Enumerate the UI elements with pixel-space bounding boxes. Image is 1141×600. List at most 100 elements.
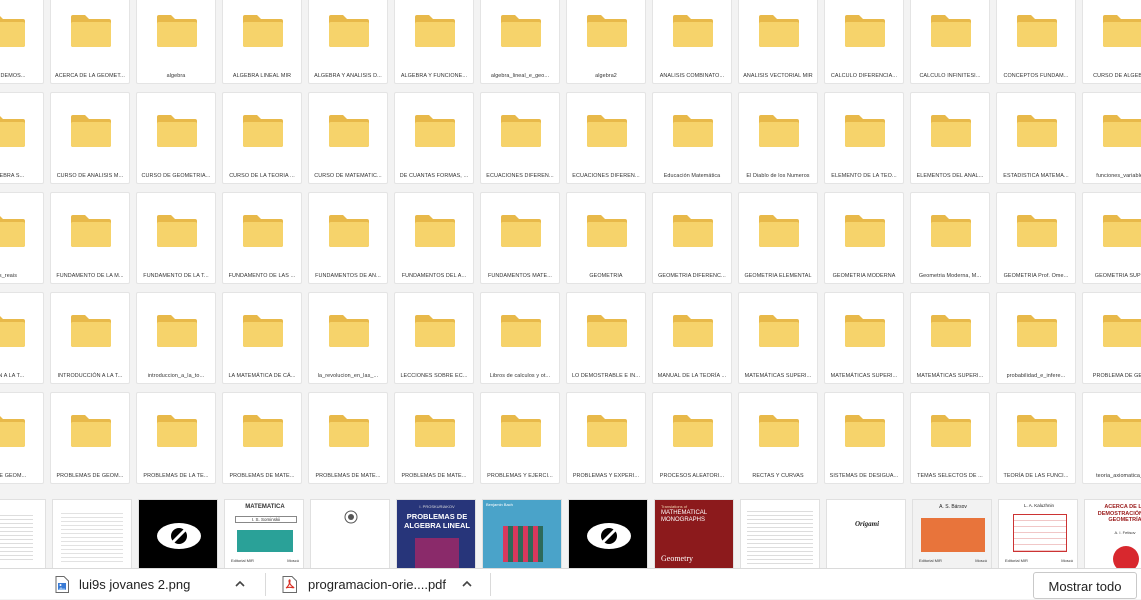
folder-item[interactable]: ACERCA DE LA GEOMET...: [50, 0, 130, 84]
chevron-up-icon[interactable]: [233, 577, 247, 591]
folder-label: PROBLEMAS DE MATE...: [401, 473, 467, 479]
folder-item[interactable]: PROBLEMAS Y EJERCI...: [480, 392, 560, 484]
folder-item[interactable]: FUNDAMENTO DE LA T...: [136, 192, 216, 284]
book-cover[interactable]: Origami: [826, 499, 906, 568]
folder-item[interactable]: ALGEBRA Y FUNCIONE...: [394, 0, 474, 84]
folder-item[interactable]: TEORÍA DE LAS FUNCI...: [996, 392, 1076, 484]
folder-item[interactable]: ...es_reais: [0, 192, 44, 284]
folder-item[interactable]: GEOMETRIA DIFERENC...: [652, 192, 732, 284]
folder-item[interactable]: LECCIONES SOBRE EC...: [394, 292, 474, 384]
folder-item[interactable]: teoria_axiomatica_...: [1082, 392, 1141, 484]
folder-item[interactable]: GEOMETRIA MODERNA: [824, 192, 904, 284]
folder-item[interactable]: CALCULO INFINITESI...: [910, 0, 990, 84]
folder-item[interactable]: GEOMETRIA ELEMENTAL: [738, 192, 818, 284]
folder-item[interactable]: probabilidad_e_infere...: [996, 292, 1076, 384]
folder-item[interactable]: ELEMENTOS DEL ANAL...: [910, 92, 990, 184]
folder-item[interactable]: CURSO DE MATEMATIC...: [308, 92, 388, 184]
folder-item[interactable]: ELEMENTO DE LA TEO...: [824, 92, 904, 184]
document-preview[interactable]: [310, 499, 390, 568]
book-cover[interactable]: L. A. Kaluzhnin Editorial MIR Moscú: [998, 499, 1078, 568]
folder-icon: [500, 213, 542, 249]
folder-item[interactable]: MATEMÁTICAS SUPERI...: [824, 292, 904, 384]
book-cover[interactable]: A. S. Bársov Editorial MIR Moscú: [912, 499, 992, 568]
folder-item[interactable]: FUNDAMENTO DE LA M...: [50, 192, 130, 284]
folder-item[interactable]: INTRODUCCIÓN A LA T...: [50, 292, 130, 384]
folder-item[interactable]: PROBLEMAS DE MATE...: [222, 392, 302, 484]
folder-item[interactable]: CURSO DE LA TEORIA ...: [222, 92, 302, 184]
folder-item[interactable]: GEOMETRIA Prof. Ome...: [996, 192, 1076, 284]
folder-item[interactable]: MATEMÁTICAS SUPERI...: [738, 292, 818, 384]
folder-item[interactable]: DE CUANTAS FORMAS, ...: [394, 92, 474, 184]
folder-item[interactable]: ...ALGEBRA S...: [0, 92, 44, 184]
folder-item[interactable]: PROBLEMAS DE MATE...: [308, 392, 388, 484]
folder-label: ALGEBRA Y FUNCIONE...: [400, 73, 468, 79]
folder-item[interactable]: CURSO DE GEOMETRIA...: [136, 92, 216, 184]
folder-item[interactable]: algebra: [136, 0, 216, 84]
folder-item[interactable]: PROBLEMAS DE GEOM...: [50, 392, 130, 484]
folder-item[interactable]: ECUACIONES DIFEREN...: [480, 92, 560, 184]
folder-item[interactable]: CURSO DE ALGEBR...: [1082, 0, 1141, 84]
folder-label: CURSO DE LA TEORIA ...: [229, 173, 295, 179]
folder-item[interactable]: ...AS DE GEOM...: [0, 392, 44, 484]
folder-item[interactable]: LA MATEMÁTICA DE CÁ...: [222, 292, 302, 384]
folder-item[interactable]: CALCULO DIFERENCIA...: [824, 0, 904, 84]
folder-item[interactable]: RECTAS Y CURVAS: [738, 392, 818, 484]
book-cover[interactable]: MATEMATICA I. S. Sominskii Editorial MIR Mo…: [224, 499, 304, 568]
folder-item[interactable]: Libros de calculos y ot...: [480, 292, 560, 384]
folder-icon: [672, 13, 714, 49]
folder-item[interactable]: GEOMETRIA SUPE...: [1082, 192, 1141, 284]
folder-item[interactable]: PROBLEMAS Y EXPERI...: [566, 392, 646, 484]
folder-item[interactable]: Geometria Moderna, M...: [910, 192, 990, 284]
folder-label: Educación Matemática: [663, 173, 721, 179]
folder-item[interactable]: FUNDAMENTOS MATE...: [480, 192, 560, 284]
folder-item[interactable]: El Diablo de los Numeros: [738, 92, 818, 184]
folder-item[interactable]: MANUAL DE LA TEORÍA ...: [652, 292, 732, 384]
folder-item[interactable]: Educación Matemática: [652, 92, 732, 184]
folder-item[interactable]: CONCEPTOS FUNDAM...: [996, 0, 1076, 84]
show-all-button[interactable]: Mostrar todo: [1033, 572, 1137, 599]
folder-item[interactable]: la_revolucion_en_las_...: [308, 292, 388, 384]
folder-item[interactable]: ...CIÓN A LA T...: [0, 292, 44, 384]
hidden-preview-icon[interactable]: [138, 499, 218, 568]
book-cover[interactable]: ACERCA DE LA DEMOSTRACIÓN EN GEOMETRÍAA.…: [1084, 499, 1141, 568]
folder-item[interactable]: SISTEMAS DE DESIGUA...: [824, 392, 904, 484]
folder-item[interactable]: ECUACIONES DIFEREN...: [566, 92, 646, 184]
document-preview[interactable]: [0, 499, 46, 568]
folder-item[interactable]: PROBLEMA DE GEO...: [1082, 292, 1141, 384]
folder-item[interactable]: PROCESOS ALEATORI...: [652, 392, 732, 484]
folder-item[interactable]: PROBLEMAS DE LA TE...: [136, 392, 216, 484]
folder-item[interactable]: introduccion_a_la_to...: [136, 292, 216, 384]
folder-item[interactable]: ANALISIS COMBINATO...: [652, 0, 732, 84]
book-cover[interactable]: I. PROSKURIAKOV PROBLEMAS DE ALGEBRA LINE…: [396, 499, 476, 568]
folder-item[interactable]: ...E LA DEMOS...: [0, 0, 44, 84]
hidden-preview-icon[interactable]: [568, 499, 648, 568]
book-cover[interactable]: Translations of MATHEMATICAL MONOGRAPHS Ge…: [654, 499, 734, 568]
folder-item[interactable]: LO DEMOSTRABLE E IN...: [566, 292, 646, 384]
folder-item[interactable]: PROBLEMAS DE MATE...: [394, 392, 474, 484]
folder-item[interactable]: ESTADISTICA MATEMA...: [996, 92, 1076, 184]
folder-label: GEOMETRIA SUPE...: [1094, 273, 1141, 279]
folder-item[interactable]: MATEMÁTICAS SUPERI...: [910, 292, 990, 384]
folder-item[interactable]: GEOMETRIA: [566, 192, 646, 284]
download-item-image[interactable]: lui9s jovanes 2.png: [55, 569, 190, 600]
document-preview[interactable]: [740, 499, 820, 568]
folder-item[interactable]: FUNDAMENTOS DEL A...: [394, 192, 474, 284]
folder-item[interactable]: ALGEBRA Y ANALISIS D...: [308, 0, 388, 84]
chevron-up-icon[interactable]: [460, 577, 474, 591]
folder-item[interactable]: algebra_lineal_e_geo...: [480, 0, 560, 84]
folder-item[interactable]: FUNDAMENTOS DE AN...: [308, 192, 388, 284]
folder-item[interactable]: ANALISIS VECTORIAL MIR: [738, 0, 818, 84]
download-item-pdf[interactable]: programacion-orie....pdf: [282, 569, 446, 600]
folder-item[interactable]: funciones_variable...: [1082, 92, 1141, 184]
folder-item[interactable]: TEMAS SELECTOS DE ...: [910, 392, 990, 484]
folder-item[interactable]: FUNDAMENTO DE LAS ...: [222, 192, 302, 284]
folder-item[interactable]: CURSO DE ANALISIS M...: [50, 92, 130, 184]
folder-label: GEOMETRIA Prof. Ome...: [1003, 273, 1069, 279]
book-cover[interactable]: Benjamin Bach: [482, 499, 562, 568]
folder-icon: [242, 213, 284, 249]
folder-item[interactable]: algebra2: [566, 0, 646, 84]
document-preview[interactable]: [52, 499, 132, 568]
folder-item[interactable]: ALGEBRA LINEAL MIR: [222, 0, 302, 84]
folder-icon: [156, 113, 198, 149]
folder-label: ESTADISTICA MATEMA...: [1003, 173, 1069, 179]
